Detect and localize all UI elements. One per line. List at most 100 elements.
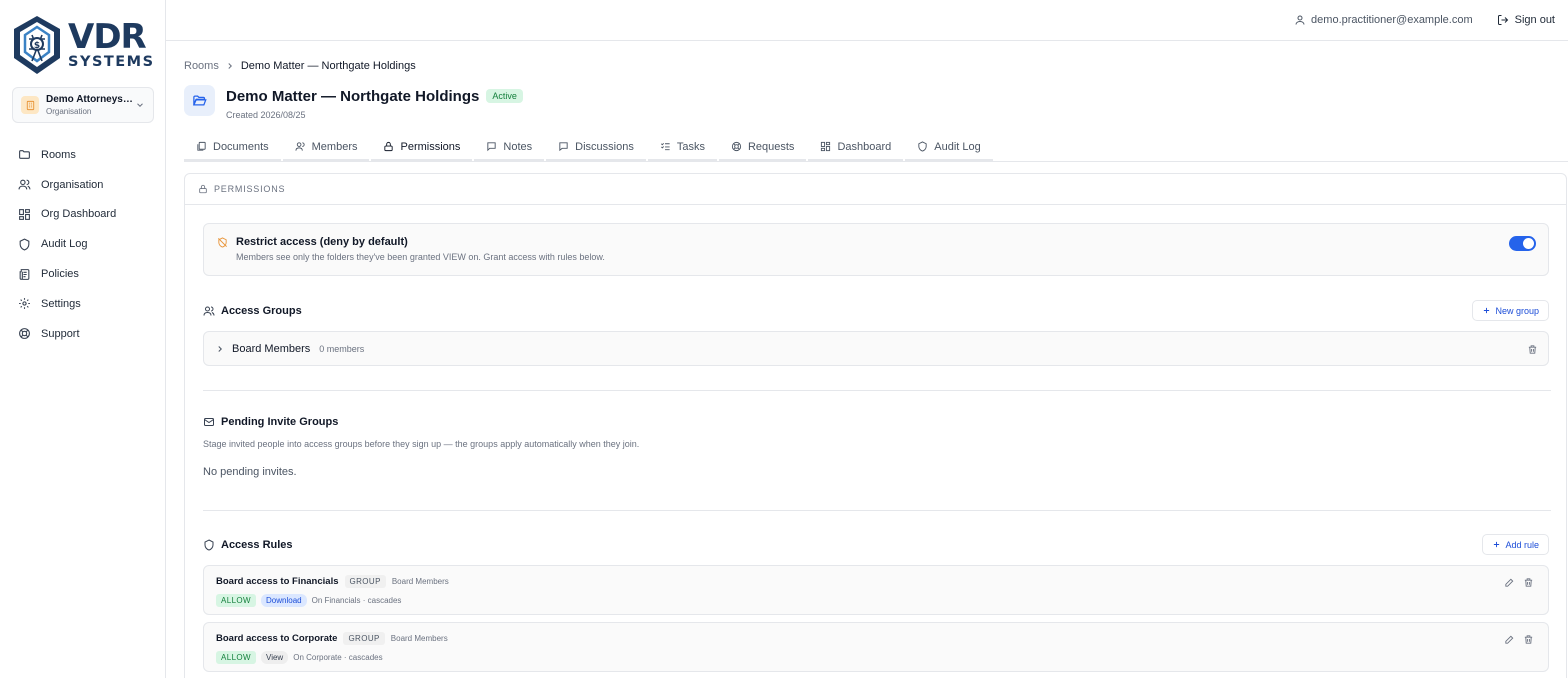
trash-icon[interactable] — [1523, 634, 1534, 645]
tab-members[interactable]: Members — [282, 134, 370, 161]
edit-icon[interactable] — [1504, 577, 1515, 588]
shield-off-icon — [218, 236, 227, 248]
page-title: Demo Matter — Northgate Holdings — [226, 87, 480, 105]
chevron-down-icon — [137, 103, 143, 107]
sidebar-item-audit-log[interactable]: Audit Log — [0, 229, 166, 259]
chat-icon — [559, 142, 568, 152]
restrict-access-toggle[interactable] — [1509, 236, 1536, 251]
documents-icon — [197, 141, 206, 151]
mail-icon — [204, 418, 214, 426]
restrict-title: Restrict access (deny by default) — [236, 236, 408, 248]
sidebar-item-org-dashboard[interactable]: Org Dashboard — [0, 200, 166, 230]
sidebar-item-policies[interactable]: Policies — [0, 259, 166, 289]
pending-invites-heading: Pending Invite Groups — [203, 416, 338, 428]
shield-icon — [918, 141, 927, 152]
org-switcher[interactable]: Demo Attorneys Inc. Organisation — [12, 87, 154, 123]
user-account[interactable]: demo.practitioner@example.com — [1294, 14, 1473, 26]
group-name: Board Members — [232, 342, 311, 355]
toggle-knob — [1523, 238, 1534, 249]
new-group-button[interactable]: New group — [1472, 300, 1549, 321]
logo[interactable]: $ VDR SYSTEMS — [10, 13, 156, 77]
lock-icon — [384, 141, 394, 152]
rule-target: Board Members — [391, 577, 449, 586]
pending-invites-description: Stage invited people into access groups … — [203, 439, 640, 449]
tab-discussions[interactable]: Discussions — [546, 134, 646, 161]
tab-audit-log[interactable]: Audit Log — [905, 134, 993, 161]
tab-dashboard[interactable]: Dashboard — [808, 134, 904, 161]
chevron-right-icon — [228, 63, 232, 69]
app-root: $ VDR SYSTEMS Demo Attorneys Inc. Organi… — [0, 0, 1568, 678]
rule-kind-badge: GROUP — [344, 575, 386, 588]
room-tabs: Documents Members Permissions Notes Disc… — [184, 134, 1568, 162]
access-groups-heading: Access Groups — [203, 305, 302, 317]
sidebar-nav: Rooms Organisation Org Dashboard Audit L… — [0, 140, 166, 349]
status-badge: Active — [486, 89, 523, 103]
sidebar-item-label: Org Dashboard — [41, 208, 117, 221]
breadcrumb: Rooms Demo Matter — Northgate Holdings — [184, 60, 416, 72]
sign-out-button[interactable]: Sign out — [1497, 14, 1555, 26]
user-icon — [1295, 15, 1305, 25]
logo-shield-icon: $ — [14, 16, 60, 74]
rule-permission-badge: Download — [261, 594, 307, 607]
add-rule-button[interactable]: Add rule — [1482, 534, 1549, 555]
sidebar-item-label: Policies — [41, 268, 79, 281]
user-email: demo.practitioner@example.com — [1311, 14, 1473, 26]
org-type: Organisation — [46, 107, 92, 116]
scroll-icon — [19, 268, 30, 280]
section-divider — [203, 510, 1551, 511]
trash-icon[interactable] — [1527, 344, 1538, 355]
access-rule-row: Board access to Corporate GROUP Board Me… — [203, 622, 1549, 672]
building-icon — [21, 96, 39, 114]
permissions-panel: PERMISSIONS Restrict access (deny by def… — [184, 173, 1567, 678]
org-name: Demo Attorneys Inc. — [46, 94, 135, 105]
shield-icon — [19, 238, 30, 251]
tab-permissions[interactable]: Permissions — [371, 134, 473, 161]
sidebar-item-organisation[interactable]: Organisation — [0, 170, 166, 200]
sidebar-item-label: Rooms — [41, 148, 76, 161]
breadcrumb-current: Demo Matter — Northgate Holdings — [240, 60, 416, 72]
tab-notes[interactable]: Notes — [474, 134, 545, 161]
sidebar-item-label: Support — [41, 327, 80, 340]
lifebuoy-icon — [731, 141, 742, 152]
panel-title: PERMISSIONS — [214, 184, 286, 194]
sidebar: $ VDR SYSTEMS Demo Attorneys Inc. Organi… — [0, 0, 166, 678]
section-divider — [203, 390, 1551, 391]
rule-effect-badge: ALLOW — [216, 651, 257, 664]
top-bar: demo.practitioner@example.com Sign out — [166, 0, 1568, 41]
folder-open-icon — [192, 95, 207, 106]
grid-icon — [821, 141, 831, 152]
svg-text:$: $ — [34, 41, 40, 51]
tab-tasks[interactable]: Tasks — [647, 134, 717, 161]
shield-icon — [204, 539, 214, 551]
rule-scope: On Financials · cascades — [311, 596, 402, 605]
lock-icon — [199, 184, 207, 194]
checklist-icon — [660, 142, 670, 151]
lifebuoy-icon — [19, 328, 30, 340]
rule-effect-badge: ALLOW — [216, 594, 257, 607]
sidebar-item-label: Organisation — [41, 178, 104, 191]
folder-icon — [19, 150, 30, 160]
logout-icon — [1497, 15, 1508, 25]
gear-icon — [19, 298, 30, 310]
rule-target: Board Members — [390, 634, 448, 643]
breadcrumb-rooms-link[interactable]: Rooms — [184, 60, 219, 72]
edit-icon[interactable] — [1504, 634, 1515, 645]
sidebar-item-settings[interactable]: Settings — [0, 289, 166, 319]
pending-invites-empty: No pending invites. — [203, 466, 297, 478]
rule-kind-badge: GROUP — [343, 632, 385, 645]
sidebar-item-support[interactable]: Support — [0, 319, 166, 349]
chevron-right-icon[interactable] — [215, 344, 225, 354]
group-member-count: 0 members — [319, 343, 365, 354]
access-group-row[interactable]: Board Members 0 members — [203, 331, 1549, 366]
note-icon — [487, 142, 497, 152]
rule-name: Board access to Corporate — [216, 633, 338, 644]
tab-documents[interactable]: Documents — [184, 134, 281, 161]
room-created-date: Created 2026/08/25 — [226, 110, 306, 120]
users-icon — [203, 306, 215, 316]
logo-text-secondary: SYSTEMS — [68, 54, 155, 71]
sidebar-item-label: Settings — [41, 297, 81, 310]
trash-icon[interactable] — [1523, 577, 1534, 588]
sidebar-item-rooms[interactable]: Rooms — [0, 140, 166, 170]
access-rules-heading: Access Rules — [203, 539, 293, 551]
tab-requests[interactable]: Requests — [718, 134, 807, 161]
